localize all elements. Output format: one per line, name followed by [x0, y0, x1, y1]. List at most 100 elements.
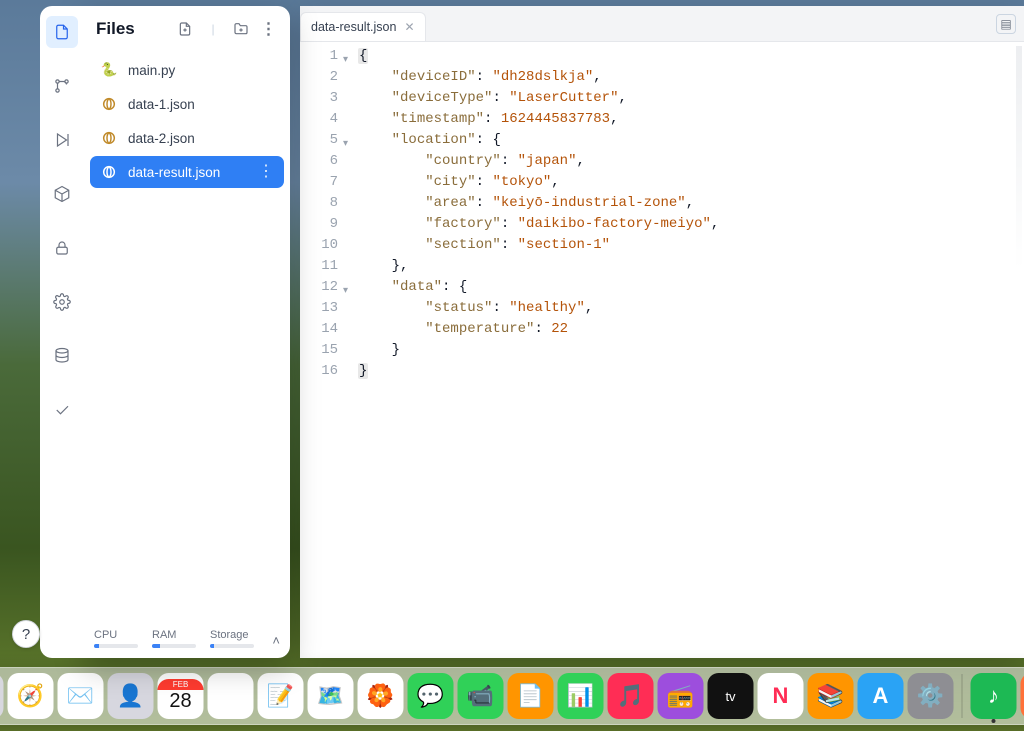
- code-line[interactable]: }: [358, 340, 719, 361]
- dock-app-books[interactable]: 📚: [808, 673, 854, 719]
- line-number[interactable]: 15: [300, 340, 338, 361]
- code-line[interactable]: },: [358, 256, 719, 277]
- json-icon: [100, 95, 118, 113]
- dock-app-notes[interactable]: 📝: [258, 673, 304, 719]
- dock-separator: [962, 674, 963, 718]
- more-icon[interactable]: ⋮: [258, 18, 280, 40]
- line-number[interactable]: 3: [300, 88, 338, 109]
- line-number[interactable]: 1▾: [300, 46, 338, 67]
- code-line[interactable]: "factory": "daikibo-factory-meiyo",: [358, 214, 719, 235]
- cpu-label: CPU: [94, 629, 138, 641]
- dock-app-photos[interactable]: 🏵️: [358, 673, 404, 719]
- file-item-data-1-json[interactable]: data-1.json: [90, 88, 284, 120]
- dock-app-contacts[interactable]: 👤: [108, 673, 154, 719]
- python-icon: 🐍: [100, 61, 118, 79]
- json-icon: [100, 163, 118, 181]
- line-number[interactable]: 14: [300, 319, 338, 340]
- dock-app-numbers[interactable]: 📊: [558, 673, 604, 719]
- ram-label: RAM: [152, 629, 196, 641]
- dock-app-facetime[interactable]: 📹: [458, 673, 504, 719]
- line-number[interactable]: 16: [300, 361, 338, 382]
- code-line[interactable]: "temperature": 22: [358, 319, 719, 340]
- file-list: 🐍main.py data-1.json data-2.json data-resul…: [84, 46, 290, 629]
- json-icon: [100, 129, 118, 147]
- close-tab-icon[interactable]: ✕: [404, 20, 414, 34]
- dock-app-music[interactable]: 🎵: [608, 673, 654, 719]
- code-line[interactable]: "city": "tokyo",: [358, 172, 719, 193]
- panel-toggle-icon[interactable]: ▤: [996, 14, 1016, 34]
- ram-bar: [152, 644, 196, 648]
- dock-app-appstore[interactable]: A: [858, 673, 904, 719]
- activity-lock-icon[interactable]: [46, 232, 78, 264]
- new-file-icon[interactable]: [174, 18, 196, 40]
- dock-app-firefox[interactable]: 🦊: [1021, 673, 1024, 719]
- minimap[interactable]: [1016, 46, 1022, 366]
- new-folder-icon[interactable]: [230, 18, 252, 40]
- code-line[interactable]: "status": "healthy",: [358, 298, 719, 319]
- line-number[interactable]: 5▾: [300, 130, 338, 151]
- tab-bar: data-result.json ✕ ▤: [300, 6, 1024, 42]
- code-line[interactable]: "timestamp": 1624445837783,: [358, 109, 719, 130]
- line-number[interactable]: 8: [300, 193, 338, 214]
- cpu-bar: [94, 644, 138, 648]
- file-item-main-py[interactable]: 🐍main.py: [90, 54, 284, 86]
- line-number[interactable]: 13: [300, 298, 338, 319]
- activity-check-icon[interactable]: [46, 394, 78, 426]
- dock-app-launchpad[interactable]: 🔲: [0, 673, 4, 719]
- activity-branch-icon[interactable]: [46, 70, 78, 102]
- files-title: Files: [96, 19, 135, 39]
- divider-icon: |: [202, 18, 224, 40]
- code-line[interactable]: "section": "section-1": [358, 235, 719, 256]
- status-expand-icon[interactable]: ˄: [272, 633, 280, 648]
- dock-app-spotify[interactable]: ♪: [971, 673, 1017, 719]
- line-number[interactable]: 7: [300, 172, 338, 193]
- fold-icon[interactable]: ▾: [343, 50, 348, 71]
- activity-settings-icon[interactable]: [46, 286, 78, 318]
- code-line[interactable]: "country": "japan",: [358, 151, 719, 172]
- dock-app-messages[interactable]: 💬: [408, 673, 454, 719]
- code-line[interactable]: "data": {: [358, 277, 719, 298]
- code-line[interactable]: {: [358, 46, 719, 67]
- dock-app-calendar[interactable]: FEB28: [158, 673, 204, 719]
- file-label: data-1.json: [128, 97, 195, 112]
- fold-icon[interactable]: ▾: [343, 134, 348, 155]
- code-line[interactable]: "location": {: [358, 130, 719, 151]
- line-number[interactable]: 11: [300, 256, 338, 277]
- activity-run-icon[interactable]: [46, 124, 78, 156]
- code-line[interactable]: }: [358, 361, 719, 382]
- file-item-data-2-json[interactable]: data-2.json: [90, 122, 284, 154]
- code-line[interactable]: "area": "keiyō-industrial-zone",: [358, 193, 719, 214]
- dock-app-news[interactable]: N: [758, 673, 804, 719]
- dock-app-tv[interactable]: tv: [708, 673, 754, 719]
- activity-files-icon[interactable]: [46, 16, 78, 48]
- dock-app-pages[interactable]: 📄: [508, 673, 554, 719]
- dock-app-settings[interactable]: ⚙️: [908, 673, 954, 719]
- storage-label: Storage: [210, 629, 254, 641]
- line-number[interactable]: 4: [300, 109, 338, 130]
- line-number[interactable]: 6: [300, 151, 338, 172]
- code-line[interactable]: "deviceID": "dh28dslkja",: [358, 67, 719, 88]
- activity-bar: [40, 6, 84, 658]
- activity-database-icon[interactable]: [46, 340, 78, 372]
- line-number[interactable]: 2: [300, 67, 338, 88]
- dock-app-mail[interactable]: ✉️: [58, 673, 104, 719]
- dock-app-reminders[interactable]: ☰: [208, 673, 254, 719]
- activity-packages-icon[interactable]: [46, 178, 78, 210]
- file-item-data-result-json[interactable]: data-result.json⋮: [90, 156, 284, 188]
- dock-app-safari[interactable]: 🧭: [8, 673, 54, 719]
- dock: 🙂🟣🔲🧭✉️👤FEB28☰📝🗺️🏵️💬📹📄📊🎵📻tvN📚A⚙️♪🦊#🖥: [0, 667, 1024, 725]
- file-label: data-2.json: [128, 131, 195, 146]
- code-area[interactable]: 1▾2345▾6789101112▾13141516 { "deviceID":…: [300, 42, 1024, 658]
- dock-app-podcasts[interactable]: 📻: [658, 673, 704, 719]
- file-label: data-result.json: [128, 165, 220, 180]
- tab-data-result[interactable]: data-result.json ✕: [300, 12, 426, 41]
- files-panel: Files | ⋮ 🐍main.py data-1.json data-2.json…: [84, 6, 290, 658]
- dock-app-maps[interactable]: 🗺️: [308, 673, 354, 719]
- line-number[interactable]: 9: [300, 214, 338, 235]
- code-line[interactable]: "deviceType": "LaserCutter",: [358, 88, 719, 109]
- help-button[interactable]: ?: [12, 620, 40, 648]
- fold-icon[interactable]: ▾: [343, 281, 348, 302]
- line-number[interactable]: 12▾: [300, 277, 338, 298]
- tab-label: data-result.json: [311, 20, 396, 34]
- line-number[interactable]: 10: [300, 235, 338, 256]
